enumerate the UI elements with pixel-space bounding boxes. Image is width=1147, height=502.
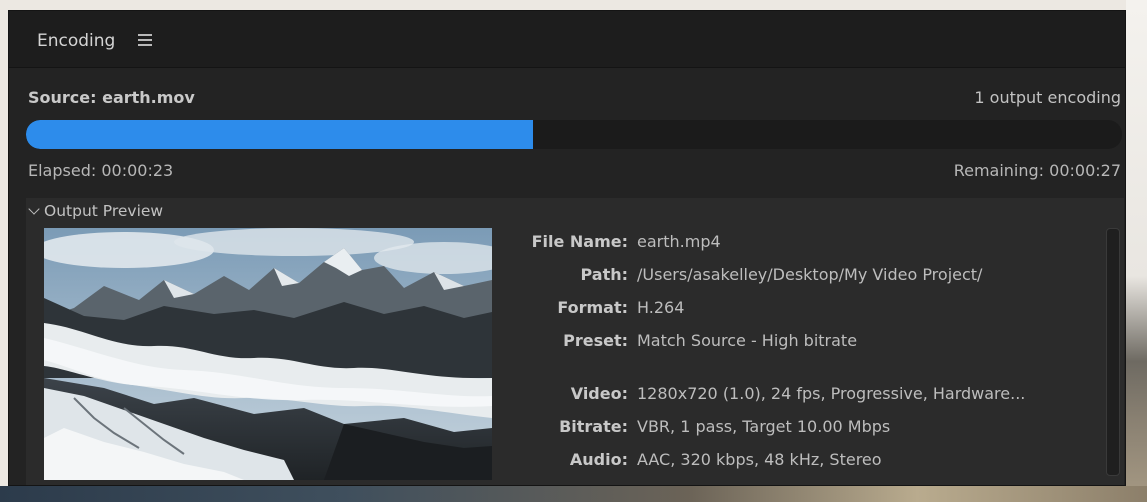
encoding-panel: Encoding Source: earth.mov 1 output enco…	[8, 10, 1126, 486]
source-label: Source: earth.mov	[28, 88, 195, 107]
details-scrollbar[interactable]	[1106, 228, 1120, 476]
detail-row-file-name: File Name: earth.mp4	[496, 232, 1096, 256]
encoding-progress-bar	[26, 120, 1122, 149]
detail-label: Path:	[580, 265, 628, 284]
detail-row-format: Format: H.264	[496, 298, 1096, 322]
desktop-background	[1126, 0, 1147, 502]
detail-label: Video:	[570, 384, 628, 403]
mountain-clouds-thumbnail	[44, 228, 492, 480]
detail-row-preset: Preset: Match Source - High bitrate	[496, 331, 1096, 355]
output-count: 1 output encoding	[974, 88, 1121, 107]
detail-row-bitrate: Bitrate: VBR, 1 pass, Target 10.00 Mbps	[496, 417, 1096, 441]
detail-row-audio: Audio: AAC, 320 kbps, 48 kHz, Stereo	[496, 450, 1096, 474]
output-preview-section: Output Preview File Name: earth.mp4 Path…	[26, 198, 1124, 485]
detail-value: /Users/asakelley/Desktop/My Video Projec…	[637, 265, 983, 284]
detail-label: Format:	[557, 298, 628, 317]
elapsed-time: Elapsed: 00:00:23	[28, 161, 174, 180]
panel-title[interactable]: Encoding	[37, 31, 115, 51]
detail-value: Match Source - High bitrate	[637, 331, 858, 350]
detail-value: 1280x720 (1.0), 24 fps, Progressive, Har…	[637, 384, 1026, 403]
detail-row-path: Path: /Users/asakelley/Desktop/My Video …	[496, 265, 1096, 289]
detail-label: Bitrate:	[559, 417, 628, 436]
detail-value: VBR, 1 pass, Target 10.00 Mbps	[637, 417, 891, 436]
chevron-down-icon	[28, 203, 40, 215]
detail-label: File Name:	[531, 232, 628, 251]
detail-value: H.264	[637, 298, 685, 317]
detail-row-video: Video: 1280x720 (1.0), 24 fps, Progressi…	[496, 384, 1096, 408]
hamburger-menu-icon[interactable]	[138, 34, 154, 46]
detail-value: AAC, 320 kbps, 48 kHz, Stereo	[637, 450, 882, 469]
output-preview-toggle[interactable]: Output Preview	[28, 202, 164, 220]
remaining-time: Remaining: 00:00:27	[953, 161, 1121, 180]
encoding-progress-fill	[26, 120, 534, 149]
detail-value: earth.mp4	[637, 232, 721, 251]
desktop-background-bottom	[0, 486, 1147, 502]
panel-header: Encoding	[9, 11, 1125, 68]
detail-label: Preset:	[563, 331, 628, 350]
output-preview-label: Output Preview	[44, 202, 164, 220]
detail-label: Audio:	[569, 450, 628, 469]
